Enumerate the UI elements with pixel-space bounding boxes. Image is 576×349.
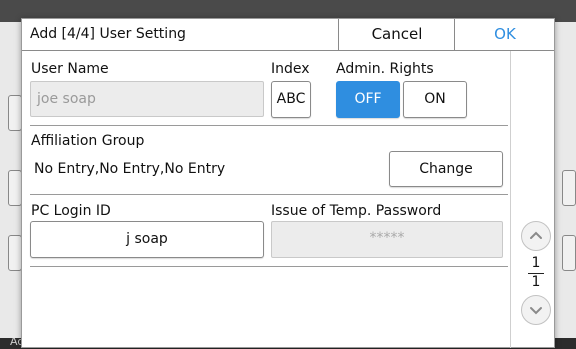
background-right-tab: [562, 235, 576, 271]
background-left-tab: [8, 170, 22, 206]
admin-rights-on-button[interactable]: ON: [403, 81, 467, 118]
page-current: 1: [531, 255, 541, 271]
section-divider: [30, 194, 508, 195]
admin-rights-label: Admin. Rights: [336, 61, 434, 77]
add-user-setting-dialog: Add [4/4] User Setting Cancel OK User Na…: [21, 18, 555, 348]
page-total: 1: [531, 274, 541, 290]
scroll-divider: [510, 51, 511, 348]
change-affiliation-button[interactable]: Change: [389, 151, 503, 187]
user-name-field[interactable]: joe soap: [30, 81, 264, 117]
dialog-title: Add [4/4] User Setting: [30, 26, 186, 42]
scroll-down-button[interactable]: [521, 295, 551, 325]
index-button[interactable]: ABC: [271, 81, 311, 118]
affiliation-group-label: Affiliation Group: [31, 133, 145, 149]
background-left-tab: [8, 235, 22, 271]
background-left-tab: [8, 95, 22, 131]
pc-login-id-label: PC Login ID: [31, 203, 111, 219]
temp-password-label: Issue of Temp. Password: [271, 203, 442, 219]
user-name-label: User Name: [31, 61, 109, 77]
admin-rights-off-button[interactable]: OFF: [336, 81, 400, 118]
cancel-button[interactable]: Cancel: [338, 19, 455, 50]
section-divider: [30, 266, 508, 267]
chevron-up-icon: [530, 231, 542, 239]
section-divider: [30, 125, 508, 126]
temp-password-field[interactable]: *****: [271, 221, 503, 258]
background-right-tab: [562, 170, 576, 206]
scroll-up-button[interactable]: [521, 221, 551, 251]
pc-login-id-button[interactable]: j soap: [30, 221, 264, 258]
dialog-header: Add [4/4] User Setting Cancel OK: [22, 19, 554, 51]
ok-button[interactable]: OK: [454, 19, 555, 50]
affiliation-group-value: No Entry,No Entry,No Entry: [34, 161, 226, 177]
index-label: Index: [271, 61, 310, 77]
chevron-down-icon: [530, 307, 542, 315]
